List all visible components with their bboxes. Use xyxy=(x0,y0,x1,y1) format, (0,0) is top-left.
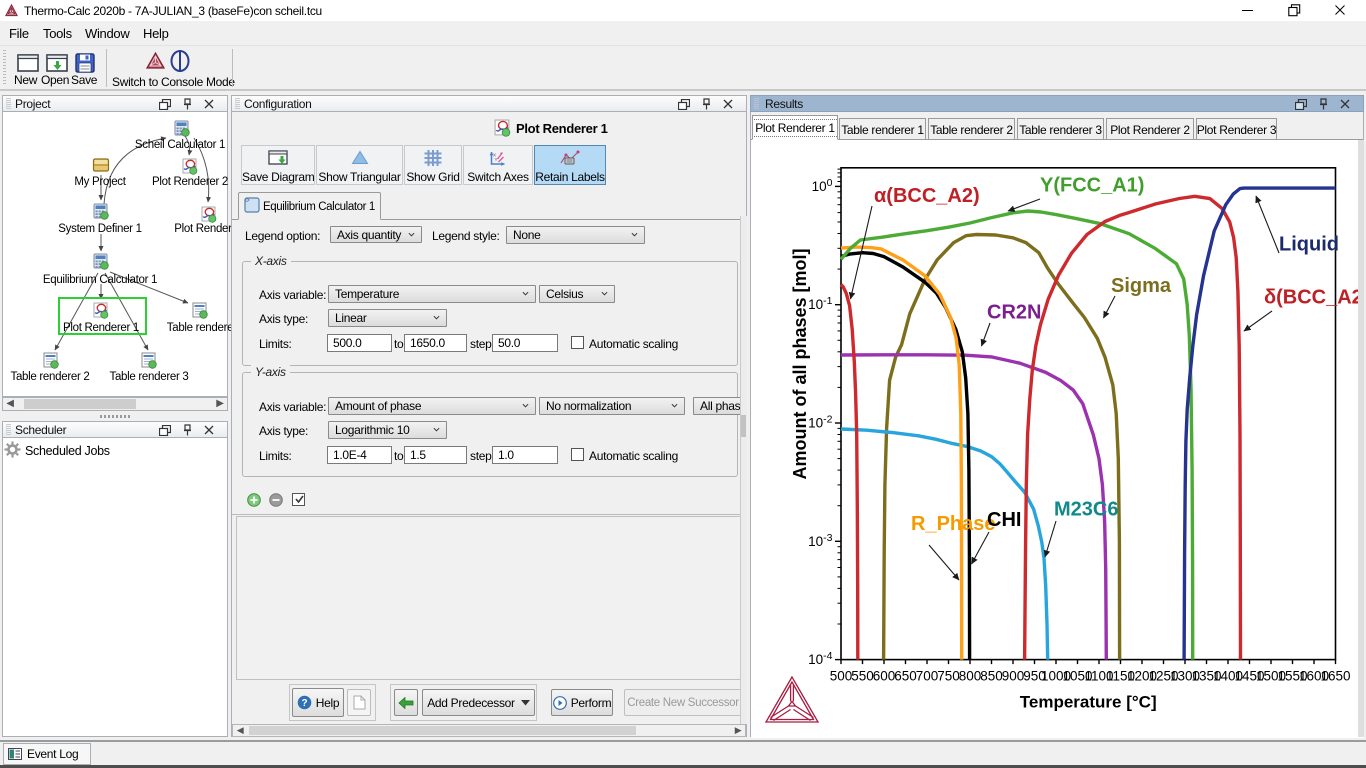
svg-text:Liquid: Liquid xyxy=(1279,234,1339,256)
svg-text:750: 750 xyxy=(937,669,960,684)
svg-text:900: 900 xyxy=(1002,669,1025,684)
svg-text:700: 700 xyxy=(916,669,939,684)
svg-text:?: ? xyxy=(301,698,307,709)
svg-text:Υ(FCC_A1): Υ(FCC_A1) xyxy=(1040,175,1144,197)
svg-text:α(BCC_A2): α(BCC_A2) xyxy=(874,185,980,207)
svg-text:550: 550 xyxy=(851,669,874,684)
svg-text:Sigma: Sigma xyxy=(1111,275,1172,297)
svg-text:Y: Y xyxy=(495,157,498,162)
svg-text:CR2N: CR2N xyxy=(987,302,1041,324)
svg-text:500: 500 xyxy=(830,669,853,684)
svg-text:600: 600 xyxy=(873,669,896,684)
svg-text:1650: 1650 xyxy=(1320,669,1350,684)
svg-text:Amount of all phases [mol]: Amount of all phases [mol] xyxy=(790,248,810,479)
svg-text:δ(BCC_A2: δ(BCC_A2 xyxy=(1264,287,1363,309)
svg-text:650: 650 xyxy=(894,669,917,684)
svg-text:R_Phase: R_Phase xyxy=(911,513,996,535)
svg-text:850: 850 xyxy=(980,669,1003,684)
svg-text:Temperature [°C]: Temperature [°C] xyxy=(1020,693,1157,712)
svg-text:CHI: CHI xyxy=(987,509,1021,531)
svg-text:800: 800 xyxy=(959,669,982,684)
svg-text:M23C6: M23C6 xyxy=(1054,499,1118,521)
